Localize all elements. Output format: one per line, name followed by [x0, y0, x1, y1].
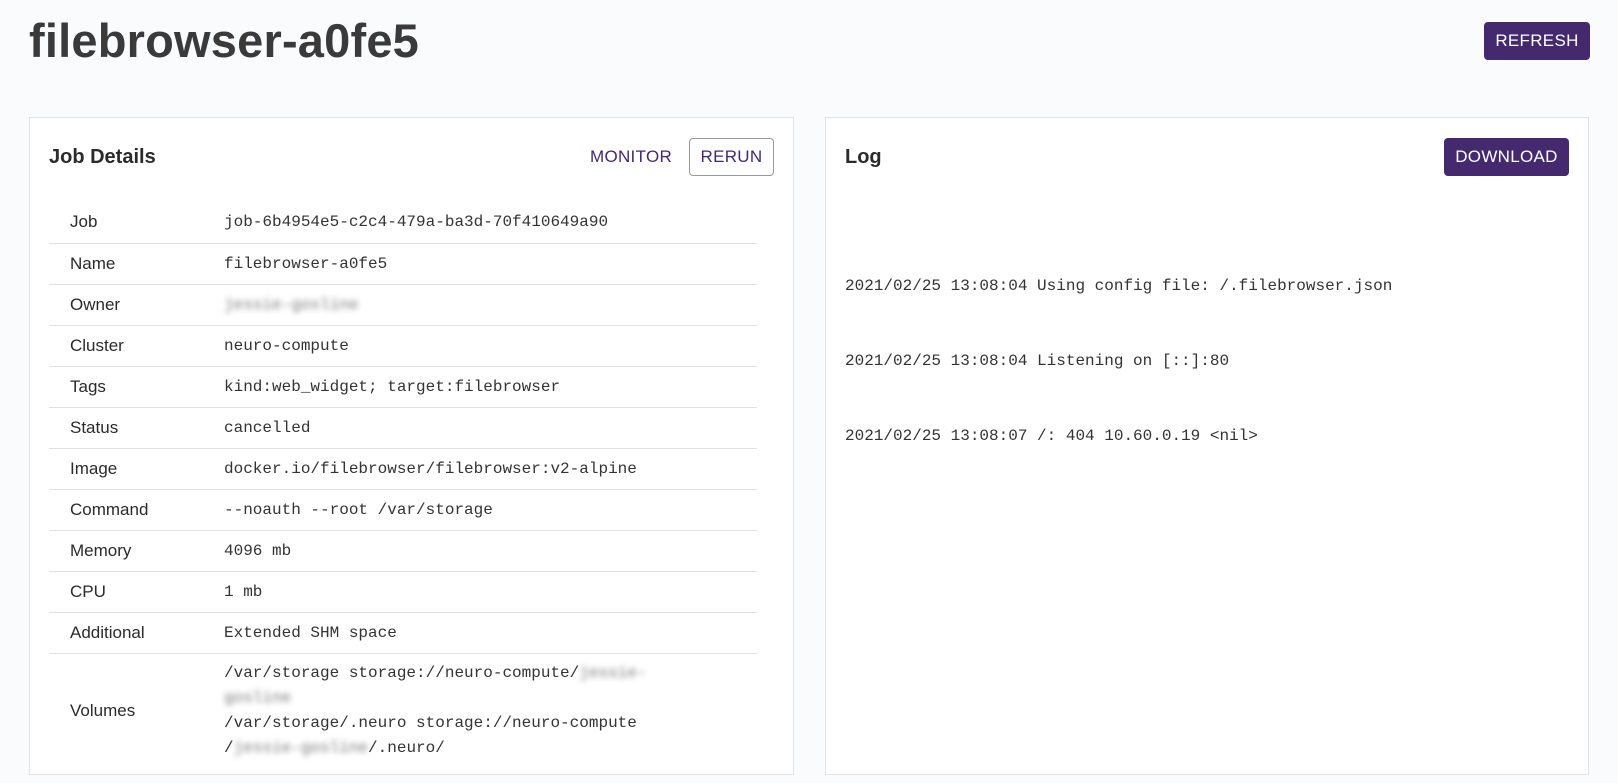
redacted-user: gosline [224, 689, 292, 707]
detail-row-memory: Memory 4096 mb [49, 530, 757, 571]
detail-row-cluster: Cluster neuro-compute [49, 325, 757, 366]
detail-key: Volumes [70, 701, 136, 720]
volume-text: /var/storage storage://neuro-compute/ [224, 664, 580, 682]
detail-key: Image [70, 458, 118, 478]
volume-line: /var/storage storage://neuro-compute/jes… [224, 661, 757, 686]
volume-text: /var/storage/.neuro storage://neuro-comp… [224, 714, 637, 732]
detail-row-cpu: CPU 1 mb [49, 571, 757, 612]
redacted-user: jessie- [579, 664, 647, 682]
job-details-scroll-area[interactable]: Job job-6b4954e5-c2c4-479a-ba3d-70f41064… [49, 202, 776, 768]
volume-line: /var/storage/.neuro storage://neuro-comp… [224, 711, 757, 736]
detail-row-status: Status cancelled [49, 407, 757, 448]
log-line: 2021/02/25 13:08:07 /: 404 10.60.0.19 <n… [845, 427, 1258, 445]
detail-key: CPU [70, 581, 106, 601]
detail-key: Owner [70, 294, 121, 314]
job-details-card: Job Details MONITOR RERUN Job job-6b4954… [29, 117, 794, 775]
job-details-table: Job job-6b4954e5-c2c4-479a-ba3d-70f41064… [49, 202, 757, 768]
detail-value: cancelled [224, 418, 311, 437]
detail-key: Command [70, 499, 149, 519]
log-output: 2021/02/25 13:08:04 Using config file: /… [845, 224, 1565, 499]
volume-line: gosline [224, 686, 757, 711]
detail-row-owner: Owner jessie-gosline [49, 284, 757, 325]
detail-value: --noauth --root /var/storage [224, 500, 493, 519]
log-line: 2021/02/25 13:08:04 Using config file: /… [845, 277, 1393, 295]
detail-key: Memory [70, 540, 132, 560]
detail-row-name: Name filebrowser-a0fe5 [49, 243, 757, 284]
detail-row-image: Image docker.io/filebrowser/filebrowser:… [49, 448, 757, 489]
download-button[interactable]: DOWNLOAD [1444, 138, 1569, 176]
volume-line: /jessie-gosline/.neuro/ [224, 736, 757, 761]
log-line: 2021/02/25 13:08:04 Listening on [::]:80 [845, 352, 1230, 370]
detail-value: docker.io/filebrowser/filebrowser:v2-alp… [224, 459, 637, 478]
detail-row-job: Job job-6b4954e5-c2c4-479a-ba3d-70f41064… [49, 202, 757, 243]
log-card: Log DOWNLOAD 2021/02/25 13:08:04 Using c… [825, 117, 1589, 775]
detail-key: Job [70, 212, 98, 232]
job-page: filebrowser-a0fe5 REFRESH Job Details MO… [0, 0, 1618, 783]
detail-key: Additional [70, 622, 145, 642]
detail-key: Name [70, 253, 116, 273]
detail-value: Extended SHM space [224, 623, 397, 642]
rerun-button[interactable]: RERUN [689, 138, 774, 176]
volume-text: / [224, 739, 234, 757]
detail-key: Status [70, 417, 119, 437]
detail-value: 4096 mb [224, 541, 292, 560]
detail-value: kind:web_widget; target:filebrowser [224, 377, 561, 396]
detail-row-command: Command --noauth --root /var/storage [49, 489, 757, 530]
job-details-heading: Job Details [49, 146, 156, 168]
detail-value: 1 mb [224, 582, 263, 601]
detail-key: Cluster [70, 335, 124, 355]
detail-row-tags: Tags kind:web_widget; target:filebrowser [49, 366, 757, 407]
detail-value: jessie-gosline [204, 284, 757, 325]
redacted-user: jessie-gosline [233, 739, 369, 757]
detail-value: filebrowser-a0fe5 [224, 254, 388, 273]
detail-value-volumes: /var/storage storage://neuro-compute/jes… [204, 653, 757, 768]
volume-text: /.neuro/ [368, 739, 445, 757]
detail-row-volumes: Volumes /var/storage storage://neuro-com… [49, 653, 757, 768]
page-title: filebrowser-a0fe5 [29, 14, 420, 67]
redacted-owner: jessie-gosline [224, 295, 359, 314]
log-heading: Log [845, 146, 882, 168]
detail-row-additional: Additional Extended SHM space [49, 612, 757, 653]
refresh-button[interactable]: REFRESH [1484, 22, 1590, 60]
detail-key: Tags [70, 376, 106, 396]
detail-value: neuro-compute [224, 336, 349, 355]
monitor-button[interactable]: MONITOR [590, 147, 672, 167]
detail-value: job-6b4954e5-c2c4-479a-ba3d-70f410649a90 [224, 213, 609, 232]
